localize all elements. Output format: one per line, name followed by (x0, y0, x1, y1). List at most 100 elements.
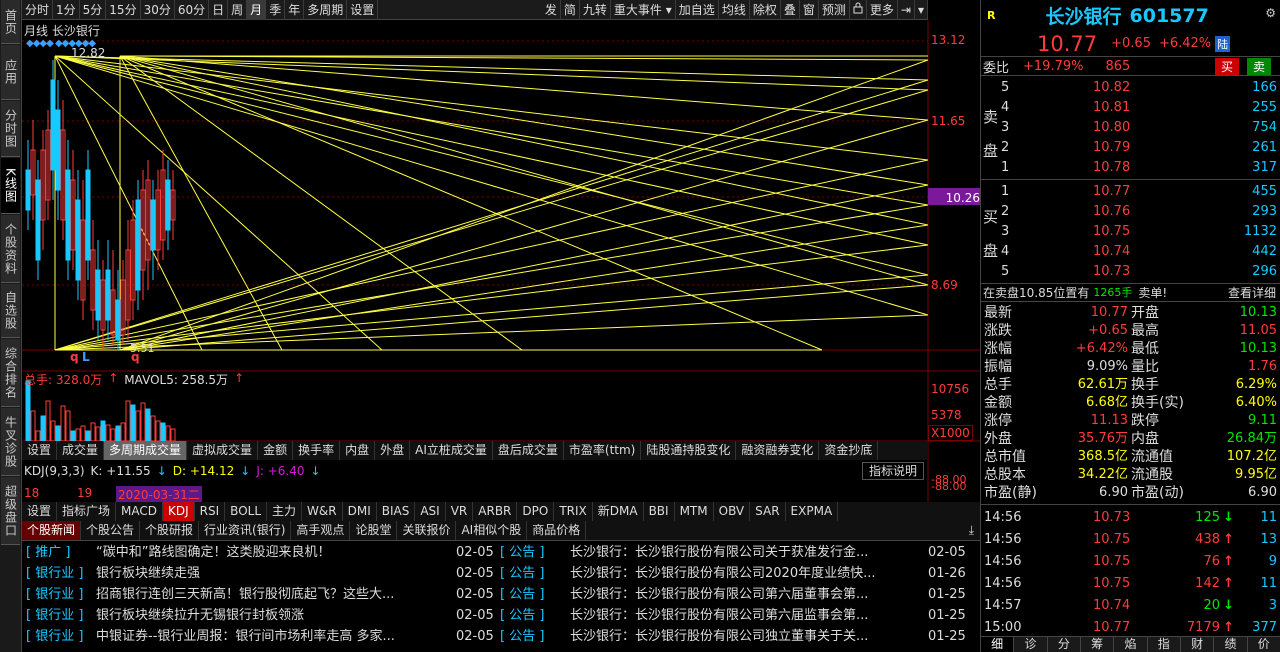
ind-tab-6[interactable]: 主力 (267, 502, 303, 521)
news-tab-8[interactable]: 商品价格 (527, 521, 587, 540)
news-row[interactable]: [ 银行业 ] 银行板块继续走强 02-05 (26, 563, 496, 584)
vol-tab-7[interactable]: 外盘 (375, 441, 411, 460)
quote-tab-3[interactable]: 筹 (1081, 637, 1115, 652)
news-row[interactable]: [ 银行业 ] 招商银行连创三天新高！银行股彻底起飞？这些大... 02-05 (26, 584, 496, 605)
tb-major-events[interactable]: 重大事件 ▾ (611, 0, 676, 20)
quote-tab-7[interactable]: 绩 (1214, 637, 1248, 652)
nav-kline[interactable]: K线图 (1, 158, 20, 214)
tb-window[interactable]: 窗 (800, 0, 819, 20)
indicator-explain-button[interactable]: 指标说明 (862, 462, 925, 480)
ind-tab-17[interactable]: MTM (675, 502, 714, 521)
vol-tab-6[interactable]: 内盘 (340, 441, 376, 460)
nav-apps[interactable]: 应用 (1, 45, 20, 100)
tb-timeshare[interactable]: 分时 (22, 0, 54, 20)
tb-quarter[interactable]: 季 (266, 0, 286, 20)
exit-icon[interactable]: ⇥ (898, 0, 915, 20)
bids-level[interactable]: 3 10.75 1132 (1001, 222, 1279, 242)
vol-tab-9[interactable]: 盘后成交量 (493, 441, 564, 460)
nav-super-orderbook[interactable]: 超级盘口 (1, 477, 20, 545)
tb-1min[interactable]: 1分 (53, 0, 80, 20)
asks-level[interactable]: 5 10.82 166 (1001, 78, 1279, 98)
ind-tab-15[interactable]: 新DMA (593, 502, 644, 521)
vol-tab-2[interactable]: 多周期成交量 (104, 441, 188, 460)
alert-detail-link[interactable]: 查看详细 (1228, 284, 1276, 302)
quote-tab-0[interactable]: 细 (981, 637, 1015, 652)
ind-tab-16[interactable]: BBI (644, 502, 675, 521)
tb-settings[interactable]: 设置 (347, 0, 379, 20)
announcement-row[interactable]: [ 公告 ] 长沙银行：长沙银行股份有限公司第六届董事会第... 01-25 (500, 584, 970, 605)
quote-tab-2[interactable]: 分 (1048, 637, 1081, 652)
tb-jian[interactable]: 简 (561, 0, 580, 20)
lock-icon[interactable] (850, 0, 867, 20)
ind-tab-10[interactable]: ASI (415, 502, 446, 521)
tb-overlay[interactable]: 叠 (781, 0, 800, 20)
news-tab-1[interactable]: 个股公告 (81, 521, 141, 540)
ind-tab-2[interactable]: MACD (116, 502, 164, 521)
nav-watchlist[interactable]: 自选股 (1, 284, 20, 338)
quote-tab-6[interactable]: 财 (1181, 637, 1215, 652)
vol-tab-12[interactable]: 融资融券变化 (736, 441, 820, 460)
ind-tab-13[interactable]: DPO (517, 502, 555, 521)
ind-tab-3[interactable]: KDJ (163, 502, 195, 521)
ind-tab-9[interactable]: BIAS (377, 502, 416, 521)
bids-level[interactable]: 2 10.76 293 (1001, 202, 1279, 222)
ind-tab-7[interactable]: W&R (302, 502, 343, 521)
vol-tab-11[interactable]: 陆股通持股变化 (641, 441, 737, 460)
tb-day[interactable]: 日 (209, 0, 229, 20)
tb-jiuzhuan[interactable]: 九转 (580, 0, 611, 20)
tb-month[interactable]: 月 (247, 0, 267, 20)
asks-level[interactable]: 2 10.79 261 (1001, 138, 1279, 158)
ind-tab-19[interactable]: SAR (750, 502, 786, 521)
tb-5min[interactable]: 5分 (80, 0, 107, 20)
vol-tab-8[interactable]: AI立桩成交量 (410, 441, 493, 460)
vol-tab-0[interactable]: 设置 (22, 441, 58, 460)
news-tab-7[interactable]: AI相似个股 (456, 521, 528, 540)
vol-tab-10[interactable]: 市盈率(ttm) (564, 441, 642, 460)
tb-more[interactable]: 更多 (867, 0, 898, 20)
announcement-row[interactable]: [ 公告 ] 长沙银行：长沙银行股份有限公司2020年度业绩快... 01-26 (500, 563, 970, 584)
news-tab-3[interactable]: 行业资讯(银行) (199, 521, 292, 540)
ind-tab-18[interactable]: OBV (714, 502, 751, 521)
quote-tab-4[interactable]: 焰 (1114, 637, 1148, 652)
announcement-row[interactable]: [ 公告 ] 长沙银行：长沙银行股份有限公司第六届监事会第... 01-25 (500, 605, 970, 626)
announcement-row[interactable]: [ 公告 ] 长沙银行：长沙银行股份有限公司关于获准发行金... 02-05 (500, 542, 970, 563)
vol-tab-4[interactable]: 金额 (258, 441, 294, 460)
chevron-down-icon[interactable]: ▾ (915, 0, 928, 20)
nav-home[interactable]: 首页 (1, 0, 20, 44)
quote-tab-5[interactable]: 指 (1148, 637, 1181, 652)
vol-tab-5[interactable]: 换手率 (293, 441, 341, 460)
news-tab-0[interactable]: 个股新闻 (22, 521, 82, 540)
ind-tab-5[interactable]: BOLL (225, 502, 268, 521)
nav-timeshare[interactable]: 分时图 (1, 101, 20, 157)
bids-level[interactable]: 4 10.74 442 (1001, 242, 1279, 262)
tb-year[interactable]: 年 (285, 0, 305, 20)
news-tab-2[interactable]: 个股研报 (140, 521, 200, 540)
ind-tab-14[interactable]: TRIX (554, 502, 593, 521)
asks-level[interactable]: 4 10.81 255 (1001, 98, 1279, 118)
news-tab-6[interactable]: 关联报价 (397, 521, 457, 540)
ind-tab-1[interactable]: 指标广场 (57, 502, 117, 521)
news-row[interactable]: [ 银行业 ] 中银证券--银行业周报：银行间市场利率走高 多家... 02-05 (26, 626, 496, 647)
ind-tab-12[interactable]: ARBR (473, 502, 518, 521)
tb-add-watch[interactable]: 加自选 (676, 0, 719, 20)
announcement-row[interactable]: [ 公告 ] 长沙银行：长沙银行股份有限公司独立董事关于关... 01-25 (500, 626, 970, 647)
vol-tab-3[interactable]: 虚拟成交量 (187, 441, 259, 460)
ind-tab-8[interactable]: DMI (343, 502, 377, 521)
news-tab-4[interactable]: 高手观点 (291, 521, 351, 540)
ind-tab-11[interactable]: VR (446, 502, 474, 521)
buy-button[interactable]: 买 (1215, 58, 1240, 75)
ind-tab-20[interactable]: EXPMA (786, 502, 839, 521)
tb-fa[interactable]: 发 (542, 0, 561, 20)
download-icon[interactable]: ⤓ (969, 523, 974, 538)
asks-level[interactable]: 1 10.78 317 (1001, 158, 1279, 178)
sell-button[interactable]: 卖 (1247, 58, 1272, 75)
tb-60min[interactable]: 60分 (175, 0, 210, 20)
news-row[interactable]: [ 推广 ] “碳中和”路线图确定！这类股迎来良机！ 02-05 (26, 542, 496, 563)
tb-30min[interactable]: 30分 (141, 0, 175, 20)
bids-level[interactable]: 5 10.73 296 (1001, 262, 1279, 282)
nav-ranking[interactable]: 综合排名 (1, 339, 20, 407)
news-row[interactable]: [ 银行业 ] 银行板块继续拉升无锡银行封板领涨 02-05 (26, 605, 496, 626)
quote-tab-1[interactable]: 诊 (1014, 637, 1048, 652)
asks-level[interactable]: 3 10.80 754 (1001, 118, 1279, 138)
tb-week[interactable]: 周 (228, 0, 248, 20)
